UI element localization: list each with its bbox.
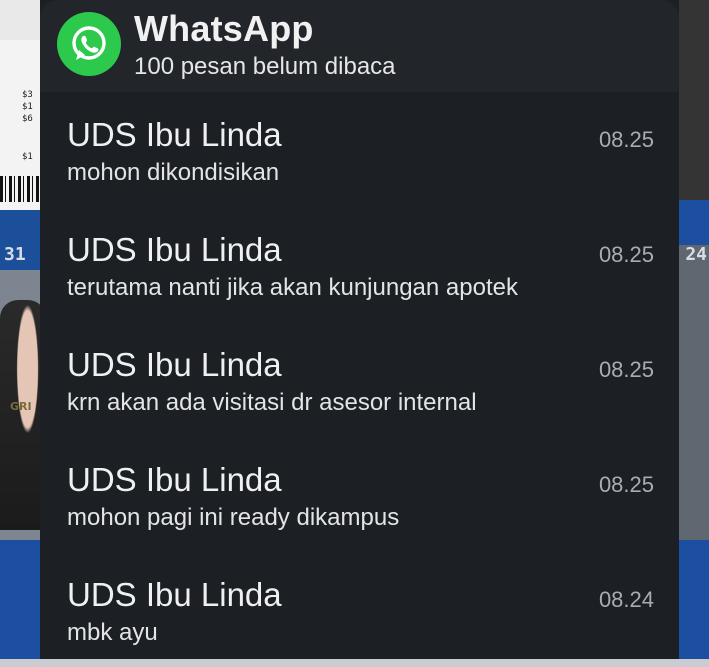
message-sender: UDS Ibu Linda xyxy=(67,576,282,613)
message-sender: UDS Ibu Linda xyxy=(67,346,282,383)
wallpaper-right-strip xyxy=(679,0,709,659)
message-sender: UDS Ibu Linda xyxy=(67,461,282,498)
message-list: UDS Ibu Linda mohon dikondisikan 08.25 U… xyxy=(40,92,679,667)
message-time: 08.25 xyxy=(598,127,654,152)
whatsapp-logo-glyph xyxy=(72,26,106,60)
whatsapp-icon xyxy=(57,12,121,76)
wallpaper-person-shirt-text: GRI xyxy=(10,400,32,413)
notification-header[interactable]: WhatsApp 100 pesan belum dibaca xyxy=(40,0,679,92)
message-sender: UDS Ibu Linda xyxy=(67,116,282,153)
message-time: 08.25 xyxy=(598,242,654,267)
message-text: mbk ayu xyxy=(67,619,158,646)
message-text: mohon pagi ini ready dikampus xyxy=(67,504,400,531)
receipt-line: $1 xyxy=(22,102,33,112)
message-time: 08.25 xyxy=(598,472,654,497)
unread-summary: 100 pesan belum dibaca xyxy=(134,53,396,80)
message-item[interactable]: UDS Ibu Linda mbk ayu 08.24 xyxy=(40,552,679,667)
message-time: 08.25 xyxy=(598,357,654,382)
wallpaper-number-left: 31 xyxy=(4,244,26,265)
receipt-line: $3 xyxy=(22,90,33,100)
message-item[interactable]: UDS Ibu Linda terutama nanti jika akan k… xyxy=(40,207,679,322)
message-text: krn akan ada visitasi dr asesor internal xyxy=(67,389,477,416)
wallpaper-barcode xyxy=(0,176,40,202)
message-item[interactable]: UDS Ibu Linda mohon dikondisikan 08.25 xyxy=(40,92,679,207)
receipt-line: $1 xyxy=(22,152,33,162)
message-sender: UDS Ibu Linda xyxy=(67,231,282,268)
app-name: WhatsApp xyxy=(134,8,314,49)
message-text: terutama nanti jika akan kunjungan apote… xyxy=(67,274,518,301)
receipt-line: $6 xyxy=(22,114,33,124)
message-item[interactable]: UDS Ibu Linda krn akan ada visitasi dr a… xyxy=(40,322,679,437)
message-text: mohon dikondisikan xyxy=(67,159,280,186)
message-item[interactable]: UDS Ibu Linda mohon pagi ini ready dikam… xyxy=(40,437,679,552)
message-time: 08.24 xyxy=(598,587,654,612)
wallpaper-number-right: 24 xyxy=(685,244,707,265)
